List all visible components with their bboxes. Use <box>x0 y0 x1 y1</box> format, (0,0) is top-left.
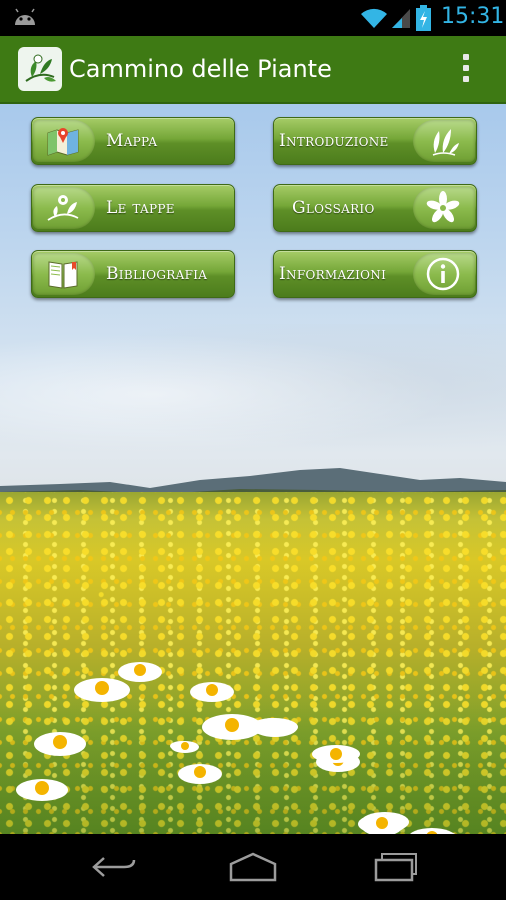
app-title: Cammino delle Piante <box>69 55 332 83</box>
mappa-label: Mappa <box>106 131 158 151</box>
introduzione-button[interactable]: Introduzione <box>273 117 477 165</box>
plant-logo-icon[interactable] <box>18 47 62 91</box>
glossario-label: Glossario <box>292 198 375 218</box>
le-tappe-label: Le tappe <box>106 198 175 218</box>
action-bar: Cammino delle Piante <box>0 36 506 104</box>
wifi-icon <box>361 8 387 28</box>
leaves-icon <box>412 118 476 164</box>
android-notification-icon <box>15 8 35 25</box>
recent-apps-icon[interactable] <box>368 850 420 884</box>
jasmine-flower-icon <box>412 185 476 231</box>
glossario-button[interactable]: Glossario <box>273 184 477 232</box>
bibliografia-button[interactable]: Bibliografia <box>31 250 235 298</box>
daisy-flowers <box>16 662 456 834</box>
back-icon[interactable] <box>90 850 138 884</box>
battery-charging-icon <box>416 5 431 31</box>
book-icon <box>32 251 96 297</box>
home-content: Mappa Introduzione Le tappe Glossario Bi… <box>0 104 506 834</box>
cell-signal-icon <box>392 9 410 28</box>
bibliografia-label: Bibliografia <box>106 264 208 284</box>
flower-branch-icon <box>32 185 96 231</box>
status-time: 15:31 <box>441 4 505 29</box>
le-tappe-button[interactable]: Le tappe <box>31 184 235 232</box>
informazioni-button[interactable]: Informazioni <box>273 250 477 298</box>
status-bar: 15:31 <box>0 0 506 36</box>
info-icon <box>412 251 476 297</box>
map-icon <box>32 118 96 164</box>
navigation-bar <box>0 834 506 900</box>
mappa-button[interactable]: Mappa <box>31 117 235 165</box>
introduzione-label: Introduzione <box>279 131 389 151</box>
informazioni-label: Informazioni <box>279 264 387 284</box>
background-clouds <box>0 324 506 464</box>
overflow-menu-icon[interactable] <box>460 54 472 86</box>
home-icon[interactable] <box>227 850 279 884</box>
